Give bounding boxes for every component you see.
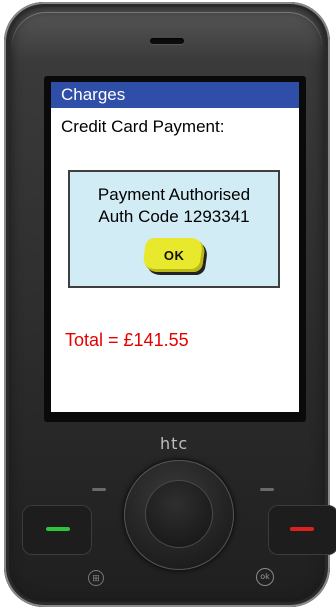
total-amount: Total = £141.55 xyxy=(65,330,189,350)
title-bar: Charges xyxy=(51,82,299,108)
earpiece-speaker xyxy=(150,38,184,44)
brand-logo: htc xyxy=(160,434,189,453)
left-softkey[interactable] xyxy=(92,488,106,491)
auth-code-text: Auth Code 1293341 xyxy=(98,207,250,226)
end-call-button[interactable] xyxy=(268,505,336,555)
payment-dialog: Payment Authorised Auth Code 1293341 OK xyxy=(68,170,280,288)
payment-status-text: Payment Authorised xyxy=(97,185,251,204)
page-heading: Credit Card Payment: xyxy=(61,117,225,136)
windows-start-icon[interactable]: ⊞ xyxy=(88,570,104,586)
phone-answer-icon xyxy=(46,527,70,531)
navigation-center-button[interactable] xyxy=(145,480,213,548)
right-softkey[interactable] xyxy=(260,488,274,491)
call-button[interactable] xyxy=(22,505,92,555)
screen: Charges Credit Card Payment: Payment Aut… xyxy=(51,82,299,412)
phone-hangup-icon xyxy=(290,527,314,531)
ok-hardware-icon[interactable]: ok xyxy=(256,568,274,586)
ok-button[interactable]: OK xyxy=(141,238,207,272)
ok-button-label: OK xyxy=(163,247,185,263)
